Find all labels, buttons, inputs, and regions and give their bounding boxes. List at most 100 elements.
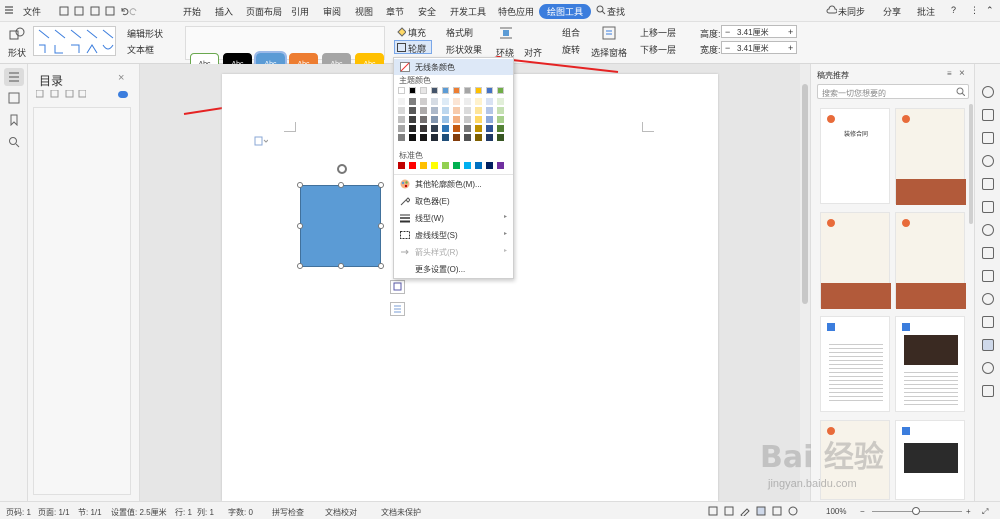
width-plus-button[interactable]: + — [788, 43, 793, 53]
format-painter-button[interactable]: 格式刷 — [446, 26, 473, 39]
color-swatch[interactable] — [453, 125, 460, 132]
more-outline-colors-item[interactable]: 其他轮廓颜色(M)... — [394, 176, 513, 192]
color-swatch[interactable] — [464, 87, 471, 94]
color-swatch[interactable] — [475, 87, 482, 94]
tab-drawing-tools[interactable]: 绘图工具 — [539, 4, 592, 19]
height-minus-button[interactable]: − — [725, 27, 730, 37]
tab-review[interactable]: 审阅 — [323, 5, 341, 18]
eyedropper-item[interactable]: 取色器(E) — [394, 193, 513, 209]
section-status[interactable]: 节: 1/1 — [78, 507, 102, 518]
shape-tool-icon[interactable] — [982, 132, 994, 144]
spell-check-button[interactable]: 拼写检查 — [272, 507, 304, 518]
color-swatch[interactable] — [420, 87, 427, 94]
panel-close-icon[interactable]: × — [959, 68, 965, 79]
resize-handle[interactable] — [378, 182, 384, 188]
color-swatch[interactable] — [464, 134, 471, 141]
color-swatch[interactable] — [398, 125, 405, 132]
fill-icon[interactable] — [396, 27, 406, 37]
color-swatch[interactable] — [442, 98, 449, 105]
height-input[interactable]: − 3.41厘米 + — [721, 25, 797, 38]
color-swatch[interactable] — [442, 162, 449, 169]
color-swatch[interactable] — [442, 125, 449, 132]
pages-status[interactable]: 页面: 1/1 — [38, 507, 70, 518]
close-icon[interactable]: × — [118, 72, 124, 84]
color-swatch[interactable] — [431, 87, 438, 94]
color-swatch[interactable] — [398, 98, 405, 105]
color-swatch[interactable] — [453, 134, 460, 141]
edit-icon[interactable] — [982, 86, 994, 98]
color-swatch[interactable] — [497, 162, 504, 169]
zoom-out-button[interactable]: − — [860, 507, 865, 516]
table-icon[interactable] — [982, 178, 994, 190]
row-status[interactable]: 行: 1 — [175, 507, 192, 518]
fit-page-icon[interactable]: ⤢ — [982, 507, 988, 517]
color-swatch[interactable] — [409, 116, 416, 123]
image-icon[interactable] — [982, 224, 994, 236]
format-icon[interactable] — [982, 155, 994, 167]
wrap-icon[interactable] — [500, 27, 512, 39]
bookmark-nav-icon[interactable] — [8, 114, 20, 126]
toc-nav-icon[interactable] — [4, 68, 24, 86]
shape-outline-float-icon[interactable] — [390, 280, 405, 294]
more-settings-item[interactable]: 更多设置(O)... — [394, 261, 513, 277]
resize-handle[interactable] — [338, 182, 344, 188]
color-swatch[interactable] — [431, 116, 438, 123]
paste-options-icon[interactable] — [254, 136, 268, 146]
color-swatch[interactable] — [486, 116, 493, 123]
color-swatch[interactable] — [475, 116, 482, 123]
width-input[interactable]: − 3.41厘米 + — [721, 41, 797, 54]
collapse-ribbon-icon[interactable]: ⌃ — [986, 5, 994, 16]
tools-icon[interactable] — [982, 270, 994, 282]
toc-level-icons[interactable] — [36, 90, 86, 98]
sync-status[interactable]: 未同步 — [838, 5, 865, 18]
color-swatch[interactable] — [453, 116, 460, 123]
resize-handle[interactable] — [297, 223, 303, 229]
color-swatch[interactable] — [398, 134, 405, 141]
shape-icon[interactable] — [9, 27, 25, 41]
tab-view[interactable]: 视图 — [355, 5, 373, 18]
color-swatch[interactable] — [497, 134, 504, 141]
tab-home[interactable]: 开始 — [183, 5, 201, 18]
color-swatch[interactable] — [420, 134, 427, 141]
line-type-item[interactable]: 线型(W) ▸ — [394, 210, 513, 226]
pages-nav-icon[interactable] — [8, 92, 20, 104]
color-swatch[interactable] — [475, 162, 482, 169]
search-icon[interactable] — [596, 5, 606, 15]
tab-dev-tools[interactable]: 开发工具 — [450, 5, 486, 18]
color-swatch[interactable] — [453, 87, 460, 94]
chart-icon[interactable] — [982, 201, 994, 213]
page-number-status[interactable]: 页码: 1 — [6, 507, 31, 518]
template-thumbnail[interactable] — [820, 212, 891, 309]
color-swatch[interactable] — [486, 87, 493, 94]
color-swatch[interactable] — [464, 125, 471, 132]
comment-button[interactable]: 批注 — [917, 5, 935, 18]
template-thumbnail[interactable] — [895, 212, 966, 309]
resize-handle[interactable] — [297, 263, 303, 269]
resize-handle[interactable] — [338, 263, 344, 269]
color-swatch[interactable] — [453, 162, 460, 169]
color-swatch[interactable] — [398, 162, 405, 169]
tab-file[interactable]: 文件 — [23, 5, 41, 18]
history-icon[interactable] — [982, 362, 994, 374]
scrollbar-thumb[interactable] — [802, 84, 808, 304]
search-icon[interactable] — [956, 87, 965, 96]
resize-handle[interactable] — [378, 263, 384, 269]
tab-security[interactable]: 安全 — [418, 5, 436, 18]
send-backward-button[interactable]: 下移一层 — [640, 43, 676, 56]
textbox-button[interactable]: 文本框 — [127, 43, 154, 56]
color-swatch[interactable] — [409, 125, 416, 132]
color-swatch[interactable] — [420, 116, 427, 123]
color-swatch[interactable] — [420, 125, 427, 132]
resize-handle[interactable] — [378, 223, 384, 229]
setting-value-status[interactable]: 设置值: 2.5厘米 — [111, 507, 167, 518]
word-count-status[interactable]: 字数: 0 — [228, 507, 253, 518]
color-swatch[interactable] — [442, 107, 449, 114]
tab-special-apps[interactable]: 特色应用 — [498, 5, 534, 18]
template-thumbnail[interactable] — [895, 108, 966, 205]
layout-options-float-icon[interactable] — [390, 302, 405, 316]
color-swatch[interactable] — [497, 125, 504, 132]
width-minus-button[interactable]: − — [725, 43, 730, 53]
shape-effect-button[interactable]: 形状效果 — [446, 43, 482, 56]
color-swatch[interactable] — [431, 98, 438, 105]
color-swatch[interactable] — [420, 162, 427, 169]
